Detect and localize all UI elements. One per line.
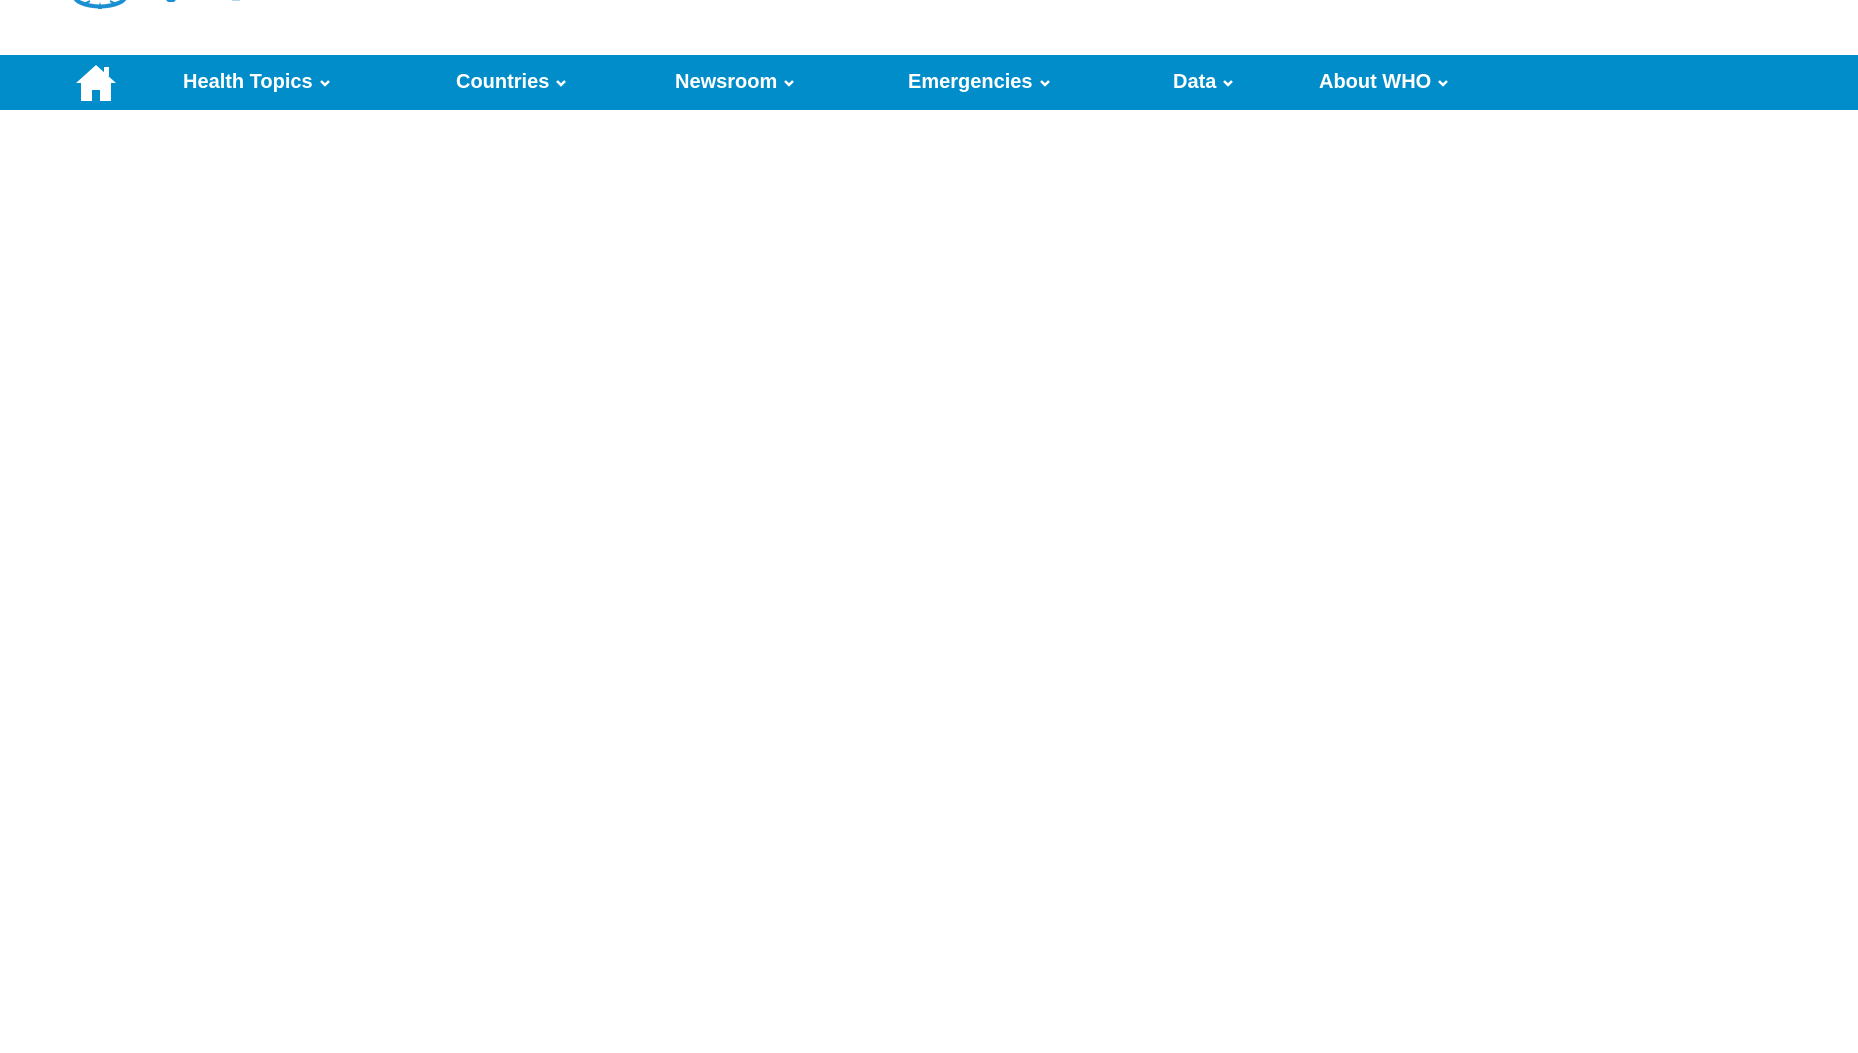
chevron-down-icon	[556, 79, 567, 87]
nav-countries[interactable]: Countries	[456, 55, 567, 110]
chevron-down-icon	[1039, 79, 1050, 87]
logo-text-icon	[232, 0, 240, 1]
site-header	[0, 0, 1858, 55]
home-button[interactable]	[74, 63, 118, 103]
chevron-down-icon	[319, 79, 330, 87]
nav-data[interactable]: Data	[1173, 55, 1234, 110]
nav-label: Newsroom	[675, 71, 778, 93]
chevron-down-icon	[784, 79, 795, 87]
nav-label: Emergencies	[908, 71, 1033, 93]
nav-label: Countries	[456, 71, 550, 93]
page-content	[0, 110, 1858, 1053]
home-icon	[76, 65, 116, 101]
nav-about-who[interactable]: About WHO	[1319, 55, 1449, 110]
chevron-down-icon	[1438, 79, 1449, 87]
who-emblem-icon[interactable]	[70, 0, 130, 10]
nav-label: About WHO	[1319, 71, 1432, 93]
nav-label: Health Topics	[183, 71, 313, 93]
main-navigation: Health Topics Countries Newsroom Emergen…	[0, 55, 1858, 110]
nav-health-topics[interactable]: Health Topics	[183, 55, 331, 110]
nav-label: Data	[1173, 71, 1217, 93]
nav-newsroom[interactable]: Newsroom	[675, 55, 795, 110]
nav-emergencies[interactable]: Emergencies	[908, 55, 1051, 110]
chevron-down-icon	[1223, 79, 1234, 87]
logo-text-icon	[166, 0, 176, 2]
